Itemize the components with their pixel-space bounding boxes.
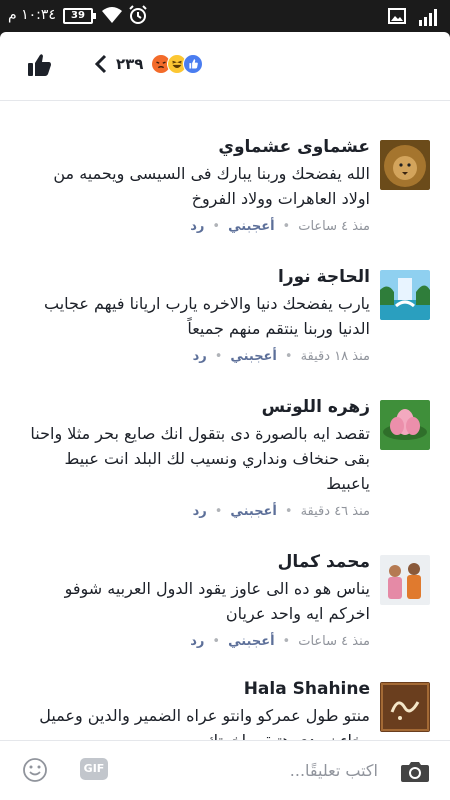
emoji-icon[interactable] bbox=[22, 757, 48, 783]
comment-meta: منذ ١٨ دقيقة•أعجبني•رد bbox=[192, 349, 370, 364]
comment-text: الله يفضحك وربنا يبارك فى السيسى ويحميه … bbox=[53, 164, 370, 208]
alarm-icon bbox=[129, 5, 147, 24]
camera-icon[interactable] bbox=[400, 759, 430, 783]
chevron-left-icon bbox=[94, 54, 107, 74]
comment-meta: منذ ٤ ساعات•أعجبني•رد bbox=[190, 219, 370, 234]
comment-meta: منذ ٤ ساعات•أعجبني•رد bbox=[190, 634, 370, 649]
comment-time: منذ ٤ ساعات bbox=[298, 634, 370, 649]
comment-author[interactable]: Hala Shahine bbox=[20, 676, 370, 702]
comment-body: زهره اللوتس تقصد ايه بالصورة دى بتقول ان… bbox=[20, 394, 370, 522]
image-notification-icon bbox=[388, 8, 406, 24]
comment-time: منذ ٤ ساعات bbox=[298, 219, 370, 234]
like-button[interactable] bbox=[26, 52, 52, 78]
like-icon bbox=[183, 54, 204, 74]
comment-author[interactable]: عشماوى عشماوي bbox=[20, 134, 370, 160]
reply-button[interactable]: رد bbox=[190, 634, 204, 649]
comment-body: عشماوى عشماوي الله يفضحك وربنا يبارك فى … bbox=[20, 134, 370, 237]
reaction-icons bbox=[151, 54, 204, 74]
comment-time: منذ ١٨ دقيقة bbox=[300, 349, 370, 364]
comment-text: يناس هو ده الى عاوز يقود الدول العربيه ش… bbox=[64, 579, 370, 623]
comments-panel: ٢٣٩ عشماوى عشماوي الله يفضحك وربنا يبارك… bbox=[0, 32, 450, 800]
avatar-lion[interactable] bbox=[380, 140, 430, 190]
comment-input[interactable] bbox=[130, 755, 378, 785]
clock: ١٠:٣٤ م bbox=[8, 7, 56, 23]
avatar-landscape[interactable] bbox=[380, 270, 430, 320]
wifi-icon bbox=[102, 7, 122, 23]
like-comment-button[interactable]: أعجبني bbox=[228, 219, 274, 234]
comment-text: تقصد ايه بالصورة دى بتقول انك صايع بحر م… bbox=[30, 424, 370, 493]
reaction-count: ٢٣٩ bbox=[116, 55, 144, 73]
comment-composer: GIF bbox=[0, 740, 450, 800]
avatar-people[interactable] bbox=[380, 555, 430, 605]
battery-icon: 39 bbox=[63, 8, 96, 24]
like-comment-button[interactable]: أعجبني bbox=[230, 504, 276, 519]
avatar-lotus[interactable] bbox=[380, 400, 430, 450]
like-comment-button[interactable]: أعجبني bbox=[228, 634, 274, 649]
reply-button[interactable]: رد bbox=[193, 504, 207, 519]
comment-text: يارب يفضحك دنيا والاخره يارب اريانا فيهم… bbox=[44, 294, 370, 338]
gif-button[interactable]: GIF bbox=[80, 758, 108, 780]
reaction-summary[interactable]: ٢٣٩ bbox=[94, 54, 204, 74]
comment-meta: منذ ٤٦ دقيقة•أعجبني•رد bbox=[192, 504, 370, 519]
status-bar: ١٠:٣٤ م 39 bbox=[0, 0, 450, 32]
reactions-header: ٢٣٩ bbox=[0, 32, 450, 100]
reply-button[interactable]: رد bbox=[190, 219, 204, 234]
comment-body: الحاجة نورا يارب يفضحك دنيا والاخره يارب… bbox=[20, 264, 370, 367]
signal-icon bbox=[419, 9, 437, 26]
like-comment-button[interactable]: أعجبني bbox=[230, 349, 276, 364]
header-divider bbox=[0, 100, 450, 101]
comment-body: محمد كمال يناس هو ده الى عاوز يقود الدول… bbox=[20, 549, 370, 652]
avatar-calligraphy[interactable] bbox=[380, 682, 430, 732]
reply-button[interactable]: رد bbox=[193, 349, 207, 364]
comment-author[interactable]: الحاجة نورا bbox=[20, 264, 370, 290]
comment-time: منذ ٤٦ دقيقة bbox=[300, 504, 370, 519]
comment-author[interactable]: زهره اللوتس bbox=[20, 394, 370, 420]
comment-author[interactable]: محمد كمال bbox=[20, 549, 370, 575]
